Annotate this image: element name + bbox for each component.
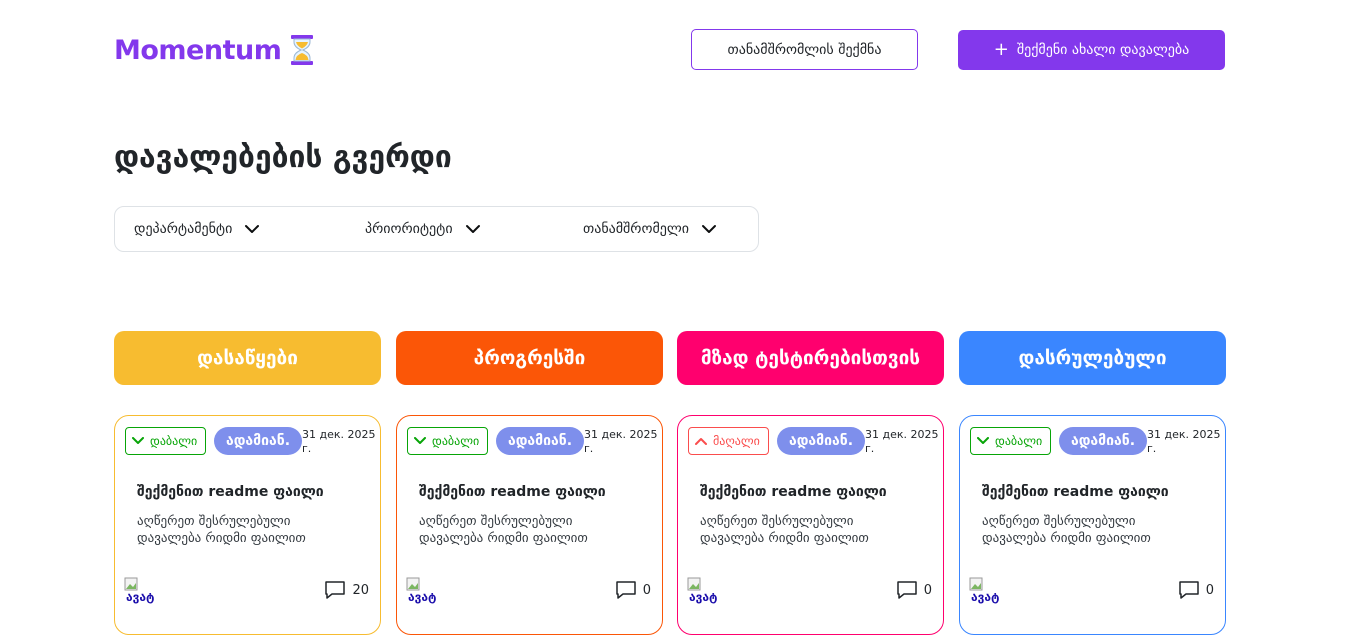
department-badge: ადამიან. xyxy=(496,427,584,455)
task-description: აღწერეთ შესრულებული დავალება რიდმი ფაილი… xyxy=(137,514,306,546)
priority-badge: დაბალი xyxy=(970,427,1052,455)
comment-count-value: 0 xyxy=(1205,582,1214,598)
plus-icon: + xyxy=(993,39,1009,60)
avatar-alt-text: ავატ xyxy=(689,590,718,604)
filter-department[interactable]: დეპარტამენტი xyxy=(134,207,260,251)
task-card[interactable]: დაბალი ადამიან. 31 дек. 2025 г. შექმენით… xyxy=(396,415,663,635)
avatar: ავატ xyxy=(969,576,1001,608)
task-title: შექმენით readme ფაილი xyxy=(982,484,1169,500)
chevron-down-icon xyxy=(414,437,426,444)
due-date: 31 дек. 2025 г. xyxy=(302,428,376,455)
task-description: აღწერეთ შესრულებული დავალება რიდმი ფაილი… xyxy=(419,514,588,546)
avatar-alt-text: ავატ xyxy=(126,590,155,604)
task-description: აღწერეთ შესრულებული დავალება რიდმი ფაილი… xyxy=(700,514,869,546)
priority-badge: დაბალი xyxy=(407,427,489,455)
priority-badge: მაღალი xyxy=(688,427,769,455)
chevron-down-icon xyxy=(702,225,717,233)
department-badge: ადამიან. xyxy=(777,427,865,455)
column-header-done: დასრულებული xyxy=(959,331,1226,385)
priority-badge: დაბალი xyxy=(125,427,207,455)
task-title: შექმენით readme ფაილი xyxy=(137,484,324,500)
page-title: დავალებების გვერდი xyxy=(114,140,452,175)
create-employee-button[interactable]: თანამშრომლის შექმნა xyxy=(691,29,918,70)
chevron-down-icon xyxy=(245,225,260,233)
avatar: ავატ xyxy=(406,576,438,608)
column-header-todo: დასაწყები xyxy=(114,331,381,385)
broken-image-icon xyxy=(406,577,420,591)
broken-image-icon xyxy=(687,577,701,591)
avatar-alt-text: ავატ xyxy=(971,590,1000,604)
priority-label: დაბალი xyxy=(150,434,198,448)
comment-icon xyxy=(325,581,346,599)
task-card[interactable]: მაღალი ადამიან. 31 дек. 2025 г. შექმენით… xyxy=(677,415,944,635)
filter-employee-label: თანამშრომელი xyxy=(583,221,690,237)
filter-bar: დეპარტამენტი პრიორიტეტი თანამშრომელი xyxy=(114,206,759,252)
comment-count-value: 20 xyxy=(352,582,369,598)
broken-image-icon xyxy=(124,577,138,591)
priority-label: მაღალი xyxy=(713,434,760,448)
create-task-label: შექმენი ახალი დავალება xyxy=(1016,42,1190,58)
comment-count[interactable]: 0 xyxy=(896,580,932,600)
hourglass-icon xyxy=(291,35,314,65)
comment-icon xyxy=(896,581,917,599)
comment-count-value: 0 xyxy=(923,582,932,598)
broken-image-icon xyxy=(969,577,983,591)
chevron-up-icon xyxy=(695,438,707,445)
task-description: აღწერეთ შესრულებული დავალება რიდმი ფაილი… xyxy=(982,514,1151,546)
task-title: შექმენით readme ფაილი xyxy=(700,484,887,500)
due-date: 31 дек. 2025 г. xyxy=(865,428,939,455)
logo-text: Momentum xyxy=(114,34,282,66)
due-date: 31 дек. 2025 г. xyxy=(1147,428,1221,455)
chevron-down-icon xyxy=(977,437,989,444)
filter-department-label: დეპარტამენტი xyxy=(134,221,233,237)
task-card[interactable]: დაბალი ადამიან. 31 дек. 2025 г. შექმენით… xyxy=(114,415,381,635)
avatar: ავატ xyxy=(124,576,156,608)
column-header-ready-for-testing: მზად ტესტირებისთვის xyxy=(677,331,944,385)
avatar: ავატ xyxy=(687,576,719,608)
chevron-down-icon xyxy=(132,437,144,444)
comment-count[interactable]: 20 xyxy=(324,580,369,600)
department-badge: ადამიან. xyxy=(214,427,302,455)
department-badge: ადამიან. xyxy=(1059,427,1147,455)
priority-label: დაბალი xyxy=(432,434,480,448)
filter-employee[interactable]: თანამშრომელი xyxy=(583,207,717,251)
column-header-in-progress: პროგრესში xyxy=(396,331,663,385)
create-task-button[interactable]: + შექმენი ახალი დავალება xyxy=(958,30,1225,70)
comment-count-value: 0 xyxy=(642,582,651,598)
chevron-down-icon xyxy=(465,225,480,233)
avatar-alt-text: ავატ xyxy=(408,590,437,604)
logo[interactable]: Momentum xyxy=(114,32,315,68)
comment-count[interactable]: 0 xyxy=(615,580,651,600)
filter-priority-label: პრიორიტეტი xyxy=(365,221,453,237)
task-title: შექმენით readme ფაილი xyxy=(419,484,606,500)
filter-priority[interactable]: პრიორიტეტი xyxy=(365,207,481,251)
priority-label: დაბალი xyxy=(995,434,1043,448)
due-date: 31 дек. 2025 г. xyxy=(584,428,658,455)
task-card[interactable]: დაბალი ადამიან. 31 дек. 2025 г. შექმენით… xyxy=(959,415,1226,635)
comment-icon xyxy=(615,581,636,599)
comment-icon xyxy=(1178,581,1199,599)
comment-count[interactable]: 0 xyxy=(1178,580,1214,600)
